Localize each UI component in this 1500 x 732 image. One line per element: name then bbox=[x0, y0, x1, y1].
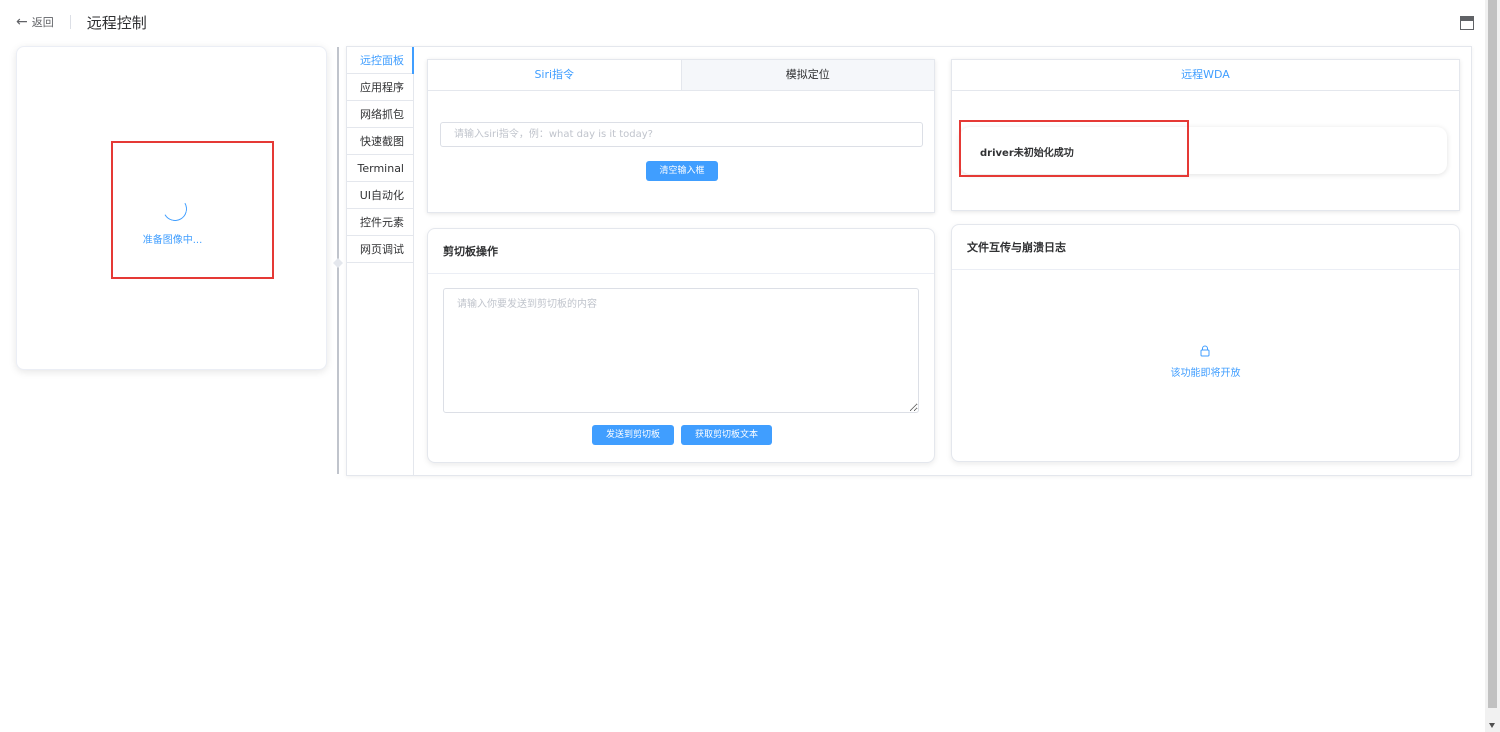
clipboard-textarea[interactable] bbox=[443, 288, 919, 413]
device-screen-panel: 准备图像中... bbox=[16, 46, 327, 370]
siri-card: Siri指令 模拟定位 清空输入框 bbox=[427, 59, 935, 213]
file-transfer-card: 文件互传与崩溃日志 该功能即将开放 bbox=[951, 224, 1460, 462]
siri-tabs: Siri指令 模拟定位 bbox=[428, 60, 934, 91]
siri-command-input[interactable] bbox=[440, 122, 923, 147]
file-transfer-title: 文件互传与崩溃日志 bbox=[952, 225, 1459, 270]
splitter-handle-icon[interactable] bbox=[333, 256, 343, 270]
tab-simulate-location[interactable]: 模拟定位 bbox=[680, 60, 934, 90]
arrow-left-icon: ← bbox=[16, 14, 28, 30]
lock-icon bbox=[1200, 345, 1210, 357]
page-title: 远程控制 bbox=[86, 13, 147, 32]
clear-input-button[interactable]: 清空输入框 bbox=[646, 161, 718, 181]
page-header: ← 返回 远程控制 bbox=[16, 10, 147, 34]
scroll-down-arrow-icon[interactable] bbox=[1489, 723, 1495, 728]
tab-terminal[interactable]: Terminal bbox=[347, 155, 413, 182]
tab-network-capture[interactable]: 网络抓包 bbox=[347, 101, 413, 128]
tab-web-debug[interactable]: 网页调试 bbox=[347, 236, 413, 263]
back-label: 返回 bbox=[31, 16, 54, 29]
header-divider bbox=[69, 15, 71, 29]
send-to-clipboard-button[interactable]: 发送到剪切板 bbox=[592, 425, 674, 445]
coming-soon-text: 该功能即将开放 bbox=[1170, 368, 1241, 379]
tab-control-elements[interactable]: 控件元素 bbox=[347, 209, 413, 236]
scrollbar-thumb[interactable] bbox=[1488, 0, 1497, 708]
page-scrollbar[interactable] bbox=[1485, 0, 1500, 732]
tab-applications[interactable]: 应用程序 bbox=[347, 74, 413, 101]
back-button[interactable]: ← 返回 bbox=[16, 14, 54, 30]
loading-text: 准备图像中... bbox=[142, 235, 203, 246]
get-clipboard-text-button[interactable]: 获取剪切板文本 bbox=[681, 425, 772, 445]
loading-highlight-box bbox=[111, 141, 274, 279]
driver-highlight-box bbox=[959, 120, 1189, 177]
tab-siri-command[interactable]: Siri指令 bbox=[428, 60, 681, 90]
clipboard-title: 剪切板操作 bbox=[428, 229, 934, 274]
wda-card: 远程WDA driver未初始化成功 bbox=[951, 59, 1460, 211]
clipboard-card: 剪切板操作 发送到剪切板 获取剪切板文本 bbox=[427, 228, 935, 463]
tab-remote-panel[interactable]: 远控面板 bbox=[347, 47, 414, 74]
layout-toggle-icon[interactable] bbox=[1460, 16, 1474, 30]
tab-quick-screenshot[interactable]: 快速截图 bbox=[347, 128, 413, 155]
side-tabs: 远控面板 应用程序 网络抓包 快速截图 Terminal UI自动化 控件元素 … bbox=[347, 47, 414, 475]
control-main-panel: 远控面板 应用程序 网络抓包 快速截图 Terminal UI自动化 控件元素 … bbox=[346, 46, 1472, 476]
tab-remote-wda[interactable]: 远程WDA bbox=[952, 60, 1459, 91]
tab-ui-automation[interactable]: UI自动化 bbox=[347, 182, 413, 209]
